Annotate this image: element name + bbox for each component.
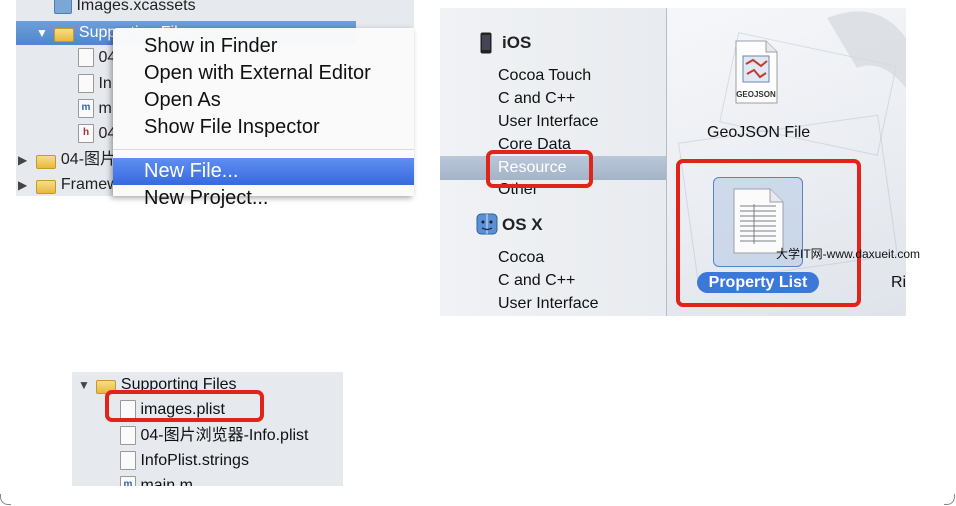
file-label: 04-图片浏览器-Info.plist [140,427,309,444]
plist-file-icon [120,426,136,446]
disclosure-collapsed-icon[interactable]: ▶ [18,148,32,172]
header-file-icon: h [78,124,94,144]
disclosure-expanded-icon[interactable]: ▼ [78,373,92,398]
file-label: InfoPlist.strings [140,452,249,469]
nav-row-main-m[interactable]: m main.m [120,473,193,486]
property-list-highlight-box [676,159,861,307]
geojson-template-icon[interactable]: GEOJSON [734,40,778,104]
osx-section-header: OS X [502,215,543,234]
next-template-title-partial[interactable]: Ri [891,274,906,292]
strings-file-icon [120,451,136,471]
hammer-watermark-icon [827,11,906,88]
finder-icon [476,213,498,235]
category-osx-c-and-cpp[interactable]: C and C++ [498,270,575,292]
nav-row-main-m[interactable]: m m [78,97,112,121]
menu-item-show-in-finder[interactable]: Show in Finder [113,33,414,60]
menu-item-show-file-inspector[interactable]: Show File Inspector [113,114,414,141]
nav-row-plist[interactable]: 04 [78,46,116,70]
strings-file-icon [78,74,94,94]
objc-source-file-icon: m [120,476,136,486]
nav-row-label: m [98,100,112,117]
nav-row-label: Framew [60,176,119,193]
iphone-icon [480,32,492,54]
context-menu: Show in Finder Open with External Editor… [113,28,414,209]
images-plist-highlight-box [105,390,264,422]
category-cocoa-touch[interactable]: Cocoa Touch [498,65,591,87]
menu-separator [113,149,414,150]
geojson-template-title[interactable]: GeoJSON File [707,124,810,142]
category-osx-user-interface[interactable]: User Interface [498,293,598,315]
menu-item-open-external-editor[interactable]: Open with External Editor [113,60,414,87]
category-cocoa[interactable]: Cocoa [498,247,544,269]
nav-row-label: In [98,75,112,92]
page-corner-decoration [0,494,11,505]
folder-icon [54,26,75,42]
disclosure-expanded-icon[interactable]: ▼ [36,21,50,45]
asset-catalog-icon [54,0,72,14]
geojson-icon-label: GEOJSON [736,90,776,99]
category-c-and-cpp[interactable]: C and C++ [498,88,575,110]
objc-source-file-icon: m [78,99,94,119]
nav-row-label: Images.xcassets [76,0,196,14]
ios-section-header: iOS [502,33,532,52]
nav-row-header[interactable]: h 04 [78,122,116,146]
nav-row-project-group[interactable]: ▶ 04-图片 [18,148,116,172]
file-label: main.m [140,477,193,486]
disclosure-collapsed-icon[interactable]: ▶ [18,173,32,196]
resource-highlight-box [486,150,593,188]
folder-icon [36,178,57,194]
category-user-interface[interactable]: User Interface [498,111,598,133]
plist-file-icon [78,48,94,68]
nav-row-label: 04-图片 [60,151,117,168]
nav-row-strings[interactable]: In [78,72,112,96]
nav-row-images-xcassets[interactable]: Images.xcassets [54,0,196,18]
menu-item-new-file[interactable]: New File... [113,158,414,185]
menu-item-open-as[interactable]: Open As [113,87,414,114]
nav-row-info-plist[interactable]: 04-图片浏览器-Info.plist [120,423,309,448]
menu-item-new-project[interactable]: New Project... [113,185,414,212]
site-watermark: 大学IT网-www.daxueit.com [776,247,921,261]
nav-row-infoplist-strings[interactable]: InfoPlist.strings [120,448,249,473]
nav-row-frameworks[interactable]: ▶ Framew [18,173,119,196]
folder-icon [36,153,57,169]
page-corner-decoration [944,494,955,505]
